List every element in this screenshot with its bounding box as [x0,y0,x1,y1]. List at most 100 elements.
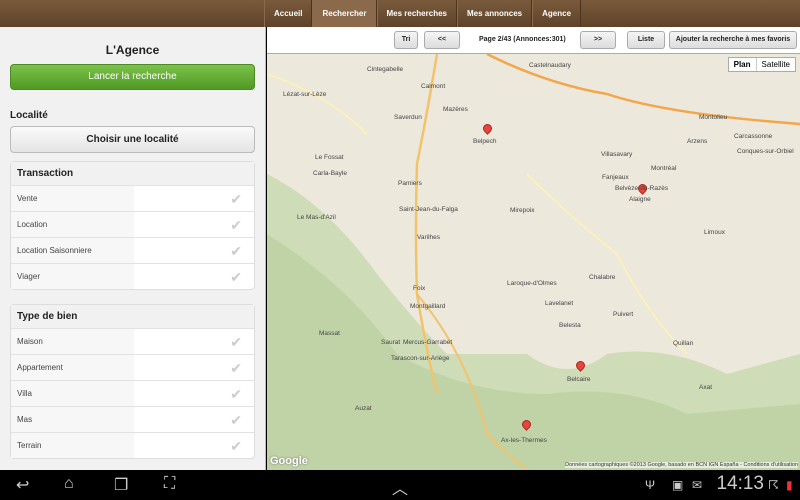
town-label: Le Mas-d'Azil [297,214,336,221]
check-icon[interactable]: ✔ [134,264,254,289]
property-type-title: Type de bien [11,305,254,328]
transaction-title: Transaction [11,162,254,185]
option-label: Viager [11,264,134,289]
option-label: Location Saisonniere [11,238,134,263]
choose-locality-button[interactable]: Choisir une localité [10,126,255,153]
town-label: Saint-Jean-du-Falga [399,206,458,213]
town-label: Laroque-d'Olmes [507,280,557,287]
town-label: Foix [413,285,426,292]
town-label: Axat [699,384,713,391]
town-label: Puivert [613,311,634,318]
transaction-group: Transaction Vente ✔ Location ✔ Location Sa… [10,161,255,290]
checkbox-row[interactable]: Appartement ✔ [11,354,254,380]
sort-button[interactable]: Tri [394,31,418,49]
town-label: Arzens [687,138,708,145]
town-label: Mazères [443,106,468,113]
map-toolbar: Tri << Page 2/43 (Annonces:301) >> Liste… [267,27,800,54]
town-label: Conques-sur-Orbiel [737,148,794,155]
town-label: Pamiers [398,180,422,187]
tab-mes-annonces[interactable]: Mes annonces [456,0,533,27]
option-label: Maison [11,329,134,354]
checkbox-row[interactable]: Villa ✔ [11,380,254,406]
screenshot-icon[interactable]: ⛶ [164,475,175,493]
town-label: Cintegabelle [367,66,404,73]
town-label: Belesta [559,322,581,329]
usb-icon: Ψ [645,478,656,492]
town-label: Lavelanet [545,300,574,307]
tab-rechercher[interactable]: Rechercher [312,0,377,27]
town-label: Calmont [421,83,446,90]
check-icon[interactable]: ✔ [134,355,254,380]
checkbox-row[interactable]: Vente ✔ [11,185,254,211]
back-icon[interactable]: ↩ [16,475,29,495]
top-navigation: Accueil Rechercher Mes recherches Mes an… [0,0,800,27]
map-type-control: Plan Satellite [727,57,796,72]
town-label: Villasavary [601,151,633,158]
checkbox-row[interactable]: Maison ✔ [11,328,254,354]
chevron-up-icon[interactable]: ︿ [392,475,408,499]
map-type-satellite[interactable]: Satellite [757,58,795,71]
option-label: Location [11,212,134,237]
add-favorite-button[interactable]: Ajouter la recherche à mes favoris [669,31,797,49]
town-label: Varilhes [417,234,441,241]
check-icon[interactable]: ✔ [134,329,254,354]
town-label: Quillan [673,340,694,347]
panel-title: L'Agence [105,43,160,57]
gallery-icon: ▣ [672,478,684,492]
town-label: Auzat [355,405,372,412]
battery-icon: ▮ [786,478,793,492]
check-icon[interactable]: ✔ [134,407,254,432]
check-icon[interactable]: ✔ [134,433,254,458]
page-info: Page 2/43 (Annonces:301) [479,36,566,43]
town-label: Mercus-Garrabet [403,339,453,346]
tab-mes-recherches[interactable]: Mes recherches [376,0,457,27]
map-type-plan[interactable]: Plan [729,58,757,71]
town-label: Alaigne [629,196,651,203]
search-button[interactable]: Lancer la recherche [10,64,255,90]
check-icon[interactable]: ✔ [134,212,254,237]
town-label: Belcaire [567,376,591,383]
locality-label: Localité [10,110,48,121]
google-logo: Google [270,455,308,467]
property-type-group: Type de bien Maison ✔ Appartement ✔ Villa ✔… [10,304,255,459]
town-label: Chalabre [589,274,616,281]
option-label: Terrain [11,433,134,458]
check-icon[interactable]: ✔ [134,238,254,263]
option-label: Appartement [11,355,134,380]
town-label: Montgaillard [410,303,446,310]
town-label: Montolieu [699,114,728,121]
checkbox-row[interactable]: Viager ✔ [11,263,254,289]
option-label: Villa [11,381,134,406]
map-attribution[interactable]: Données cartographiques ©2013 Google, ba… [565,462,798,468]
wifi-icon: ☈ [768,478,779,492]
checkbox-row[interactable]: Mas ✔ [11,406,254,432]
option-label: Vente [11,186,134,211]
checkbox-row[interactable]: Terrain ✔ [11,432,254,458]
clock: 14:13 [716,473,764,494]
town-label: Mirepoix [510,207,535,214]
town-label: Saverdun [394,114,422,121]
tab-accueil[interactable]: Accueil [264,0,313,27]
list-button[interactable]: Liste [627,31,665,49]
check-icon[interactable]: ✔ [134,186,254,211]
mail-icon: ✉ [692,478,703,492]
home-icon[interactable]: ⌂ [64,475,74,493]
town-label: Tarascon-sur-Ariège [391,355,450,362]
check-icon[interactable]: ✔ [134,381,254,406]
town-label: Carcassonne [734,133,773,140]
town-label: Montréal [651,165,677,172]
checkbox-row[interactable]: Location Saisonniere ✔ [11,237,254,263]
tab-agence[interactable]: Agence [532,0,582,27]
town-label: Belvèze-du-Razès [615,185,669,192]
search-panel: L'Agence Lancer la recherche Localité Ch… [0,27,266,470]
prev-page-button[interactable]: << [424,31,460,49]
town-label: Saurat [381,339,401,346]
town-label: Massat [319,330,340,337]
next-page-button[interactable]: >> [580,31,616,49]
checkbox-row[interactable]: Location ✔ [11,211,254,237]
recent-apps-icon[interactable]: ❐ [114,475,128,495]
town-label: Ax-les-Thermes [501,437,547,444]
map[interactable]: Plan Satellite Cintegabelle Castelnaudary… [267,54,800,470]
town-label: Limoux [704,229,725,236]
town-label: Lézat-sur-Lèze [283,91,327,98]
